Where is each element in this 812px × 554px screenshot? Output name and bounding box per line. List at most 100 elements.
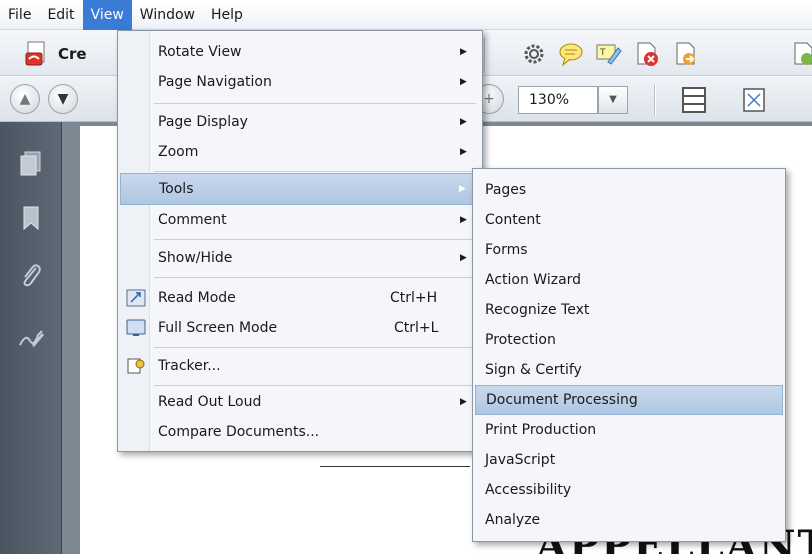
submenu-arrow-icon: ▶ xyxy=(460,77,467,87)
submenu-item-document-processing[interactable]: Document Processing xyxy=(475,385,783,415)
submenu-item-javascript[interactable]: JavaScript xyxy=(475,445,783,475)
menu-bar: File Edit View Window Help xyxy=(0,0,812,30)
toolbar-separator xyxy=(484,38,486,72)
menu-item-shortcut: Ctrl+H xyxy=(390,290,438,306)
plus-icon: + xyxy=(483,91,495,107)
submenu-item-pages[interactable]: Pages xyxy=(475,175,783,205)
menu-separator xyxy=(154,385,476,386)
menu-item-label: Read Out Loud xyxy=(158,394,262,410)
submenu-item-label: Content xyxy=(485,212,541,228)
arrow-up-icon: ▲ xyxy=(19,91,31,107)
submenu-item-label: Pages xyxy=(485,182,527,198)
submenu-item-label: Accessibility xyxy=(485,482,572,498)
create-pdf-icon[interactable] xyxy=(24,39,52,67)
menu-separator xyxy=(154,277,476,278)
submenu-item-label: Print Production xyxy=(485,422,597,438)
document-rule xyxy=(320,466,470,467)
toolbar-separator xyxy=(654,84,656,116)
menu-item-show-hide[interactable]: Show/Hide ▶ xyxy=(120,243,480,273)
submenu-arrow-icon: ▶ xyxy=(460,253,467,263)
menu-item-comment[interactable]: Comment ▶ xyxy=(120,205,480,235)
zoom-input[interactable]: 130% xyxy=(518,86,598,114)
submenu-arrow-icon: ▶ xyxy=(460,47,467,57)
menu-file[interactable]: File xyxy=(0,0,39,30)
submenu-item-label: Recognize Text xyxy=(485,302,590,318)
menu-separator xyxy=(154,171,476,172)
menu-item-compare-documents[interactable]: Compare Documents... xyxy=(120,417,480,447)
create-button-label[interactable]: Cre xyxy=(58,45,87,63)
submenu-item-action-wizard[interactable]: Action Wizard xyxy=(475,265,783,295)
pages-panel-icon[interactable] xyxy=(18,150,44,176)
menu-help[interactable]: Help xyxy=(203,0,251,30)
menu-separator xyxy=(154,347,476,348)
export-page-icon[interactable] xyxy=(672,40,700,68)
menu-item-zoom[interactable]: Zoom ▶ xyxy=(120,137,480,167)
gear-icon[interactable] xyxy=(520,40,548,68)
bookmarks-panel-icon[interactable] xyxy=(18,205,44,231)
submenu-item-label: Protection xyxy=(485,332,556,348)
menu-item-shortcut: Ctrl+L xyxy=(394,320,439,336)
fit-page-icon[interactable] xyxy=(680,86,708,114)
menu-item-label: Zoom xyxy=(158,144,199,160)
submenu-item-label: Sign & Certify xyxy=(485,362,582,378)
menu-edit[interactable]: Edit xyxy=(39,0,82,30)
arrow-down-icon: ▼ xyxy=(57,91,69,107)
submenu-item-analyze[interactable]: Analyze xyxy=(475,505,783,535)
submenu-item-recognize-text[interactable]: Recognize Text xyxy=(475,295,783,325)
submenu-item-sign-certify[interactable]: Sign & Certify xyxy=(475,355,783,385)
attachments-panel-icon[interactable] xyxy=(18,262,44,288)
tools-submenu: Pages Content Forms Action Wizard Recogn… xyxy=(472,168,786,542)
submenu-arrow-icon: ▶ xyxy=(460,397,467,407)
comment-icon[interactable] xyxy=(557,40,585,68)
submenu-arrow-icon: ▶ xyxy=(460,117,467,127)
menu-separator xyxy=(154,103,476,104)
submenu-item-accessibility[interactable]: Accessibility xyxy=(475,475,783,505)
menu-view[interactable]: View xyxy=(82,0,132,30)
fit-width-icon[interactable] xyxy=(740,86,768,114)
submenu-item-forms[interactable]: Forms xyxy=(475,235,783,265)
signatures-panel-icon[interactable] xyxy=(18,325,44,351)
submenu-item-content[interactable]: Content xyxy=(475,205,783,235)
menu-item-rotate-view[interactable]: Rotate View ▶ xyxy=(120,37,480,67)
submenu-arrow-icon: ▶ xyxy=(459,184,466,194)
submenu-item-label: Action Wizard xyxy=(485,272,582,288)
menu-item-page-display[interactable]: Page Display ▶ xyxy=(120,107,480,137)
next-page-button[interactable]: ▼ xyxy=(48,84,78,114)
menu-item-tools[interactable]: Tools ▶ xyxy=(120,173,480,205)
zoom-dropdown-button[interactable]: ▼ xyxy=(598,86,628,114)
menu-item-label: Tools xyxy=(159,181,194,197)
delete-page-icon[interactable] xyxy=(633,40,661,68)
menu-item-read-mode[interactable]: Read Mode Ctrl+H xyxy=(120,283,480,313)
menu-item-tracker[interactable]: Tracker... xyxy=(120,351,480,381)
menu-item-label: Tracker... xyxy=(158,358,221,374)
svg-text:T: T xyxy=(599,48,606,58)
view-menu: Rotate View ▶ Page Navigation ▶ Page Dis… xyxy=(117,30,483,452)
tracker-icon xyxy=(127,358,145,374)
menu-item-read-out-loud[interactable]: Read Out Loud ▶ xyxy=(120,387,480,417)
submenu-arrow-icon: ▶ xyxy=(460,215,467,225)
highlight-icon[interactable]: T xyxy=(594,40,622,68)
acrobat-window: { "menubar": {"items": ["File","Edit","V… xyxy=(0,0,812,554)
submenu-item-label: Forms xyxy=(485,242,528,258)
full-screen-icon xyxy=(126,319,146,336)
submenu-item-print-production[interactable]: Print Production xyxy=(475,415,783,445)
menu-item-label: Comment xyxy=(158,212,227,228)
menu-item-label: Compare Documents... xyxy=(158,424,320,440)
menu-item-page-navigation[interactable]: Page Navigation ▶ xyxy=(120,67,480,97)
submenu-arrow-icon: ▶ xyxy=(460,147,467,157)
chevron-down-icon: ▼ xyxy=(609,94,617,105)
submenu-item-label: Analyze xyxy=(485,512,541,528)
menu-item-label: Read Mode xyxy=(158,290,236,306)
menu-item-label: Page Display xyxy=(158,114,248,130)
submenu-item-protection[interactable]: Protection xyxy=(475,325,783,355)
page-icon[interactable] xyxy=(790,40,812,68)
previous-page-button[interactable]: ▲ xyxy=(10,84,40,114)
menu-item-label: Rotate View xyxy=(158,44,242,60)
menu-item-full-screen-mode[interactable]: Full Screen Mode Ctrl+L xyxy=(120,313,480,343)
submenu-item-label: JavaScript xyxy=(485,452,556,468)
menu-item-label: Full Screen Mode xyxy=(158,320,278,336)
menu-window[interactable]: Window xyxy=(132,0,203,30)
menu-item-label: Show/Hide xyxy=(158,250,233,266)
menu-separator xyxy=(154,239,476,240)
submenu-item-label: Document Processing xyxy=(486,392,638,408)
